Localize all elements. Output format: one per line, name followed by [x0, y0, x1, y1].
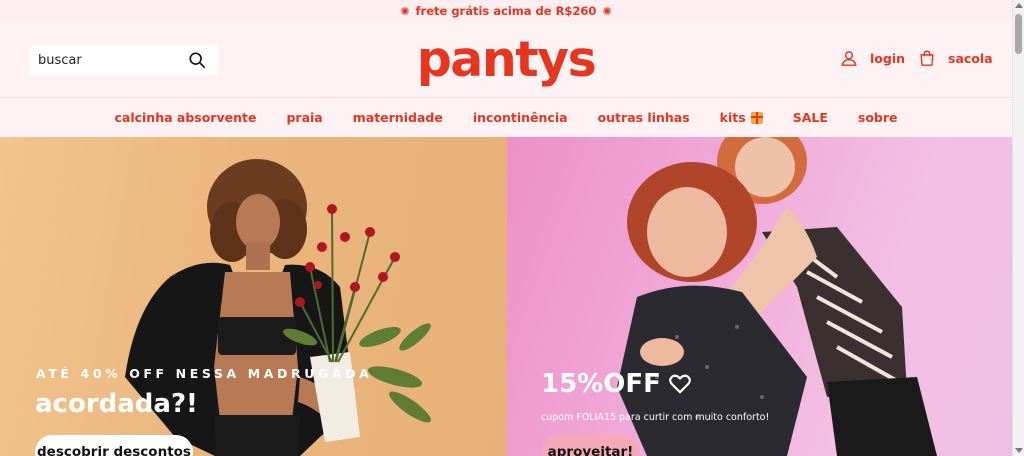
banner-eyebrow: ATÉ 40% OFF NESSA MADRUGADA — [36, 366, 373, 381]
nav-item-praia[interactable]: praia — [286, 110, 322, 125]
promo-banner-left[interactable]: ATÉ 40% OFF NESSA MADRUGADA acordada?! d… — [0, 137, 507, 456]
bag-link[interactable]: sacola — [918, 49, 993, 67]
announcement-bar: ✺ frete grátis acima de R$260 ✺ — [0, 0, 1012, 22]
nav-item-label: maternidade — [352, 110, 443, 125]
gift-icon — [750, 111, 763, 124]
heart-outline-icon — [668, 374, 691, 394]
banner-headline-group: 15%OFF — [541, 369, 691, 399]
main-nav: calcinha absorvente praia maternidade in… — [0, 98, 1012, 137]
scroll-down-icon[interactable] — [1015, 448, 1023, 453]
scrollbar-thumb[interactable] — [1015, 14, 1022, 54]
search-input[interactable] — [38, 52, 178, 68]
nav-item-outras-linhas[interactable]: outras linhas — [598, 110, 690, 125]
sparkle-icon: ✺ — [400, 4, 410, 18]
banner-headline: 15%OFF — [541, 369, 661, 399]
nav-item-label: sobre — [857, 110, 898, 125]
promo-banner-right[interactable]: 15%OFF cupom FOLIA15 para curtir com mui… — [507, 137, 1012, 456]
scroll-up-icon[interactable] — [1015, 3, 1023, 8]
sparkle-icon: ✺ — [602, 4, 612, 18]
hero-photo-two-women — [617, 137, 937, 456]
aproveitar-button[interactable]: aproveitar! — [542, 435, 639, 456]
search-box — [29, 45, 218, 75]
nav-item-incontinencia[interactable]: incontinência — [473, 110, 568, 125]
nav-item-kits[interactable]: kits — [720, 110, 763, 125]
nav-item-label: SALE — [792, 110, 828, 125]
nav-item-calcinha-absorvente[interactable]: calcinha absorvente — [114, 110, 256, 125]
nav-item-maternidade[interactable]: maternidade — [353, 110, 443, 125]
nav-item-sobre[interactable]: sobre — [858, 110, 898, 125]
nav-item-sale[interactable]: SALE — [793, 110, 828, 125]
discover-discounts-button[interactable]: descobrir descontos — [35, 435, 193, 456]
announcement-text: frete grátis acima de R$260 — [415, 4, 597, 18]
nav-item-label: outras linhas — [597, 110, 690, 125]
nav-item-label: calcinha absorvente — [114, 110, 257, 125]
nav-item-label: incontinência — [472, 110, 568, 125]
page-scrollbar[interactable] — [1012, 0, 1024, 456]
login-link[interactable]: login — [840, 49, 905, 67]
nav-item-label: kits — [719, 110, 746, 125]
banner-subtext: cupom FOLIA15 para curtir com muito conf… — [541, 412, 770, 423]
search-icon[interactable] — [188, 51, 206, 69]
login-label: login — [870, 50, 906, 66]
shopping-bag-icon — [920, 50, 934, 66]
site-header: pantys login sacola — [0, 22, 1012, 98]
page: ✺ frete grátis acima de R$260 ✺ pantys l… — [0, 0, 1024, 456]
user-icon — [841, 51, 857, 66]
bag-label: sacola — [948, 50, 993, 66]
nav-item-label: praia — [286, 110, 323, 125]
banner-headline: acordada?! — [35, 389, 198, 419]
brand-logo[interactable]: pantys — [417, 28, 597, 90]
